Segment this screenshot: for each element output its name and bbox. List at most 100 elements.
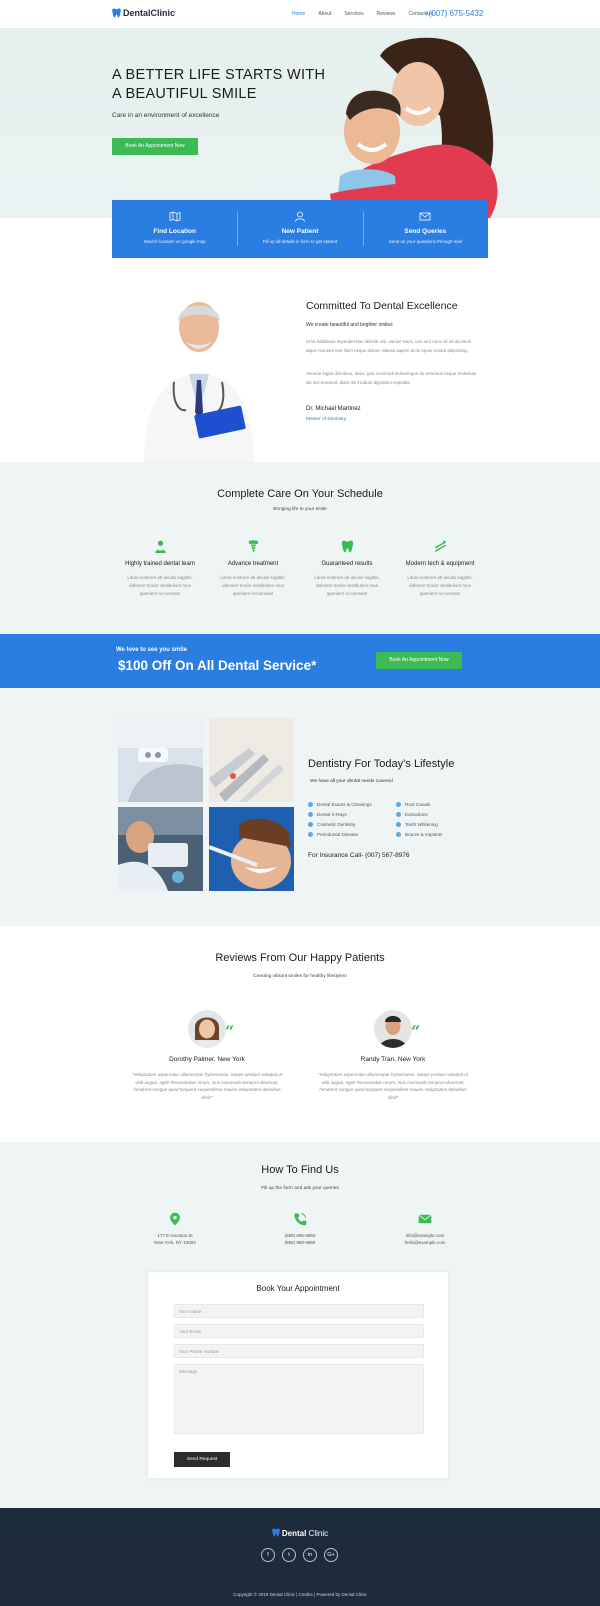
check-icon	[308, 831, 313, 837]
hero-section: A BETTER LIFE STARTS WITH A BEAUTIFUL SM…	[0, 28, 600, 218]
promo-banner: We love to see you smile $100 Off On All…	[0, 634, 600, 688]
copyright: Copyright © 2019 Dental Clinic | Credits…	[233, 1592, 367, 1597]
service-item: Periodontal Disease	[308, 829, 372, 839]
contact-phone: (888) 695-9850 (888) 969-9859	[250, 1212, 350, 1246]
reviews-subtitle: Creating vibrant smiles for healthy life…	[253, 974, 347, 979]
about-title: Committed To Dental Excellence	[306, 300, 458, 312]
phone-line[interactable]: (888) 969-9859	[250, 1239, 350, 1246]
care-item-name: Guaranteed results	[321, 561, 373, 567]
send-request-button[interactable]: Send Request	[174, 1452, 230, 1467]
care-title: Complete Care On Your Schedule	[217, 488, 383, 500]
footer-brand-rest: Clinic	[306, 1529, 329, 1538]
service-item: Braces & Implants	[396, 829, 442, 839]
hero-title: A BETTER LIFE STARTS WITH A BEAUTIFUL SM…	[112, 67, 326, 102]
logo-text-rest: Clinic	[150, 8, 176, 18]
hero-couple-photo	[330, 37, 498, 218]
nav-phone[interactable]: +(007) 675-5432	[424, 9, 483, 18]
location-pin-icon	[170, 1212, 180, 1226]
contact-address: 177 E Houston St New York, NY 10002	[125, 1212, 225, 1246]
twitter-icon[interactable]: t	[282, 1548, 296, 1562]
promo-offer: $100 Off On All Dental Service*	[118, 658, 317, 673]
nav-services[interactable]: Services	[344, 11, 363, 17]
service-list-left: Dental Exams & Cleanings Dental X-Rays C…	[308, 799, 372, 839]
check-icon	[308, 811, 313, 817]
review-card: “ Randy Tran, New York "Voluptatum asper…	[318, 1010, 468, 1101]
find-us-section: How To Find Us Fill up the form and ask …	[0, 1142, 600, 1508]
email-line[interactable]: hello@example.com	[375, 1239, 475, 1246]
quote-icon: “	[225, 1022, 235, 1041]
dental-chair-photo	[118, 718, 203, 802]
about-section: Committed To Dental Excellence We create…	[0, 258, 600, 462]
google-plus-icon[interactable]: G+	[324, 1548, 338, 1562]
care-item: Advance treatment Litora nostrum ab iacu…	[203, 540, 303, 598]
care-subtitle: Bringing life to your smile	[273, 507, 327, 512]
check-icon	[308, 801, 313, 807]
review-text: "Voluptatum aspernatur ullamcorper hymen…	[132, 1072, 283, 1100]
review-name: Randy Tran, New York	[360, 1056, 426, 1063]
lifestyle-subtitle: We have all your dental needs covered	[310, 779, 393, 784]
feature-title: New Patient	[281, 228, 319, 235]
feature-send-queries[interactable]: Send Queries Send us your questions thro…	[362, 200, 488, 258]
promo-book-button[interactable]: Book An Appointment Now	[376, 652, 462, 669]
check-icon	[308, 821, 313, 827]
tooth-logo-icon	[112, 8, 121, 18]
care-item-desc: Litora nostrum ab iaculis sagittis, dolo…	[220, 575, 286, 596]
service-list-right: Root Canals Extractions Teeth Whitening …	[396, 799, 442, 839]
care-section: Complete Care On Your Schedule Bringing …	[0, 462, 600, 634]
check-icon	[396, 811, 401, 817]
about-lead: We create beautiful and brighter smiles	[306, 322, 393, 328]
email-line[interactable]: info@example.com	[375, 1232, 475, 1239]
nav-reviews[interactable]: Reviews	[377, 11, 396, 17]
dentist-at-work-photo	[118, 807, 203, 891]
phone-field[interactable]: Your Phone Number	[174, 1344, 424, 1358]
feature-title: Find Location	[153, 228, 196, 235]
check-icon	[396, 831, 401, 837]
phone-line[interactable]: (888) 695-9850	[250, 1232, 350, 1239]
dentist-icon	[154, 540, 166, 553]
feature-find-location[interactable]: Find Location Search location on google …	[112, 200, 237, 258]
care-item-name: Highly trained dental team	[125, 561, 195, 567]
linkedin-icon[interactable]: in	[303, 1548, 317, 1562]
service-item: Root Canals	[396, 799, 442, 809]
feature-new-patient[interactable]: New Patient Fill up all details in form …	[237, 200, 362, 258]
facebook-icon[interactable]: f	[261, 1548, 275, 1562]
form-title: Book Your Appointment	[256, 1284, 340, 1293]
avatar	[374, 1010, 412, 1048]
service-item: Extractions	[396, 809, 442, 819]
feature-desc: Send us your questions through mail	[388, 239, 462, 244]
doctor-photo	[144, 302, 254, 462]
envelope-icon	[418, 1214, 432, 1224]
email-field[interactable]: Your Email	[174, 1324, 424, 1338]
social-links: f t in G+	[261, 1548, 338, 1562]
care-item: Guaranteed results Litora nostrum ab iac…	[297, 540, 397, 598]
care-item-desc: Litora nostrum ab iaculis sagittis, dolo…	[314, 575, 380, 596]
service-item: Dental X-Rays	[308, 809, 372, 819]
footer: Dental Clinic f t in G+ Copyright © 2019…	[0, 1508, 600, 1606]
care-item: Modern tech & equipment Litora nostrum a…	[390, 540, 490, 598]
hero-subtitle: Care in an environment of excellence	[112, 112, 220, 119]
promo-tagline: We love to see you smile	[116, 647, 187, 653]
address-line: New York, NY 10002	[154, 1240, 196, 1245]
about-paragraph: Aenean fugiat doloribus, dolor, ipsa com…	[306, 371, 477, 385]
about-paragraph: Urna habitasse imperdiet hac deleniti ni…	[306, 339, 471, 353]
hero-book-button[interactable]: Book An Appointment Now	[112, 138, 198, 155]
feature-bar: Find Location Search location on google …	[112, 200, 488, 258]
service-item: Cosmetic Dentistry	[308, 819, 372, 829]
contact-email: info@example.com hello@example.com	[375, 1212, 475, 1246]
care-item: Highly trained dental team Litora nostru…	[110, 540, 210, 598]
name-field[interactable]: Your Name	[174, 1304, 424, 1318]
find-subtitle: Fill up the form and ask your queries	[261, 1186, 339, 1191]
footer-logo[interactable]: Dental Clinic	[0, 1528, 600, 1538]
care-item-desc: Litora nostrum ab iaculis sagittis, dolo…	[407, 575, 473, 596]
service-item: Dental Exams & Cleanings	[308, 799, 372, 809]
nav-home[interactable]: Home	[292, 11, 305, 17]
logo[interactable]: Dental Clinic	[112, 8, 175, 18]
care-item-name: Modern tech & equipment	[405, 561, 475, 567]
dental-tools-icon	[434, 540, 446, 553]
reviews-section: Reviews From Our Happy Patients Creating…	[0, 926, 600, 1142]
tooth-icon	[341, 540, 353, 553]
nav-about[interactable]: About	[318, 11, 331, 17]
service-item: Teeth Whitening	[396, 819, 442, 829]
message-field[interactable]: Message	[174, 1364, 424, 1434]
implant-icon	[248, 540, 258, 553]
